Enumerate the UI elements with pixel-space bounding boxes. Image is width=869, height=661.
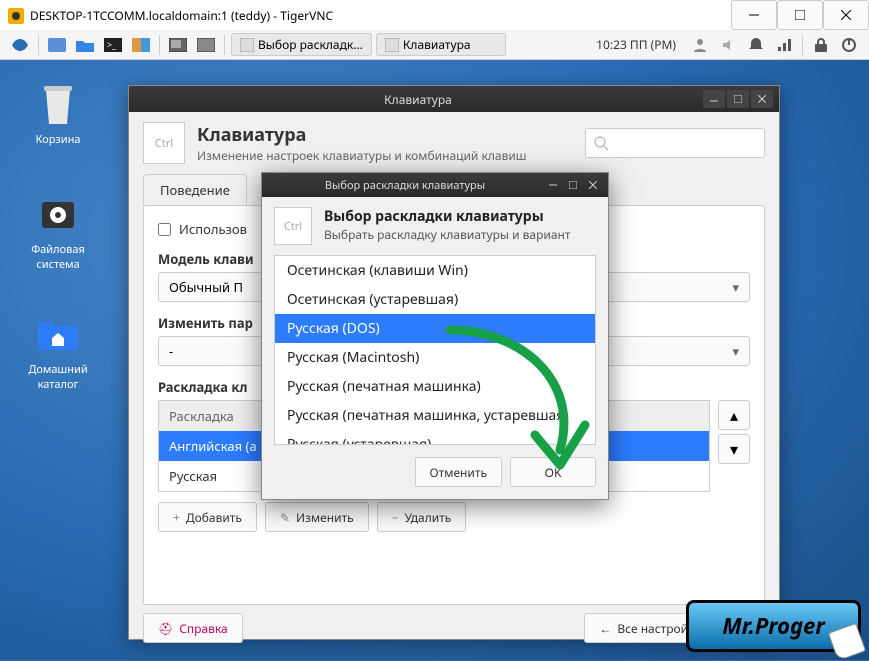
dialog-subtitle: Выбрать раскладку клавиатуры и вариант: [324, 226, 570, 243]
workspace-1[interactable]: [166, 33, 190, 57]
help-button[interactable]: ⛑Справка: [143, 613, 243, 643]
list-item[interactable]: Осетинская (клавиши Win): [275, 256, 595, 285]
window-minimize-button[interactable]: [703, 90, 725, 108]
search-input[interactable]: [585, 128, 765, 158]
window-maximize-button[interactable]: [727, 90, 749, 108]
notification-icon[interactable]: [746, 35, 766, 55]
network-icon[interactable]: [774, 35, 794, 55]
delete-layout-button[interactable]: −Удалить: [377, 502, 467, 532]
move-up-button[interactable]: ▴: [718, 400, 750, 430]
dialog-heading: Выбор раскладки клавиатуры: [324, 207, 570, 226]
list-item[interactable]: Осетинская (устаревшая): [275, 285, 595, 314]
minimize-button[interactable]: [731, 0, 777, 30]
dialog-maximize-button[interactable]: [564, 177, 582, 193]
layout-selection-dialog: Выбор раскладки клавиатуры Ctrl Выбор ра…: [261, 172, 609, 500]
window-close-button[interactable]: [751, 90, 773, 108]
app-menu-button[interactable]: [8, 33, 32, 57]
show-desktop-button[interactable]: [45, 33, 69, 57]
window-titlebar: DESKTOP-1TCCOMM.localdomain:1 (teddy) - …: [0, 0, 869, 30]
taskbar-item-keyboard[interactable]: Клавиатура: [376, 33, 506, 56]
user-icon[interactable]: [690, 35, 710, 55]
xfce-panel: >_ Выбор раскладк... Клавиатура 10:23 ПП…: [0, 30, 869, 60]
list-item[interactable]: Русская (печатная машинка): [275, 372, 595, 401]
list-item[interactable]: Русская (DOS): [275, 314, 595, 343]
chevron-down-icon: ▾: [732, 278, 739, 296]
ok-button[interactable]: OK: [510, 457, 596, 487]
panel-clock[interactable]: 10:23 ПП (PM): [596, 36, 676, 53]
desktop-icon-trash[interactable]: Корзина: [18, 80, 98, 147]
list-item[interactable]: Русская (устаревшая): [275, 430, 595, 445]
list-item[interactable]: Русская (Macintosh): [275, 343, 595, 372]
help-icon: ⛑: [158, 620, 173, 637]
window-title: DESKTOP-1TCCOMM.localdomain:1 (teddy) - …: [30, 7, 731, 24]
taskbar-item-layout-dialog[interactable]: Выбор раскладк...: [231, 33, 372, 56]
dialog-minimize-button[interactable]: [544, 177, 562, 193]
workspace-2[interactable]: [194, 33, 218, 57]
keyboard-window-titlebar[interactable]: Клавиатура: [129, 86, 779, 112]
tigervnc-icon: [8, 7, 24, 23]
terminal-button[interactable]: >_: [101, 33, 125, 57]
lock-icon[interactable]: [811, 35, 831, 55]
tab-behavior[interactable]: Поведение: [143, 174, 247, 205]
desktop-icon-home[interactable]: Домашний каталог: [18, 310, 98, 392]
dialog-close-button[interactable]: [584, 177, 602, 193]
volume-icon[interactable]: [718, 35, 738, 55]
page-title: Клавиатура: [197, 123, 527, 147]
system-defaults-checkbox[interactable]: [158, 223, 171, 236]
maximize-button[interactable]: [777, 0, 823, 30]
move-down-button[interactable]: ▾: [718, 434, 750, 464]
desktop-icon-filesystem[interactable]: Файловая система: [18, 190, 98, 272]
cancel-button[interactable]: Отменить: [415, 457, 502, 487]
disk-icon: [34, 190, 82, 238]
chevron-down-icon: ▾: [732, 342, 739, 360]
list-item[interactable]: Русская (печатная машинка, устаревшая): [275, 401, 595, 430]
layout-list[interactable]: Осетинская (клавиши Win) Осетинская (уст…: [274, 255, 596, 445]
close-button[interactable]: [823, 0, 869, 30]
svg-text:>_: >_: [107, 38, 117, 51]
dialog-titlebar[interactable]: Выбор раскладки клавиатуры: [262, 173, 608, 197]
power-icon[interactable]: [839, 35, 859, 55]
files-button[interactable]: [73, 33, 97, 57]
add-layout-button[interactable]: +Добавить: [158, 502, 257, 532]
keyboard-icon: Ctrl: [143, 122, 185, 164]
watermark: Mr.Proger: [686, 600, 861, 652]
edit-layout-button[interactable]: ✎Изменить: [265, 502, 369, 532]
page-subtitle: Изменение настроек клавиатуры и комбинац…: [197, 147, 527, 164]
search-icon: [594, 136, 608, 150]
app-launcher-button[interactable]: [129, 33, 153, 57]
trash-icon: [34, 80, 82, 128]
keyboard-icon: Ctrl: [274, 207, 312, 245]
folder-home-icon: [34, 310, 82, 358]
